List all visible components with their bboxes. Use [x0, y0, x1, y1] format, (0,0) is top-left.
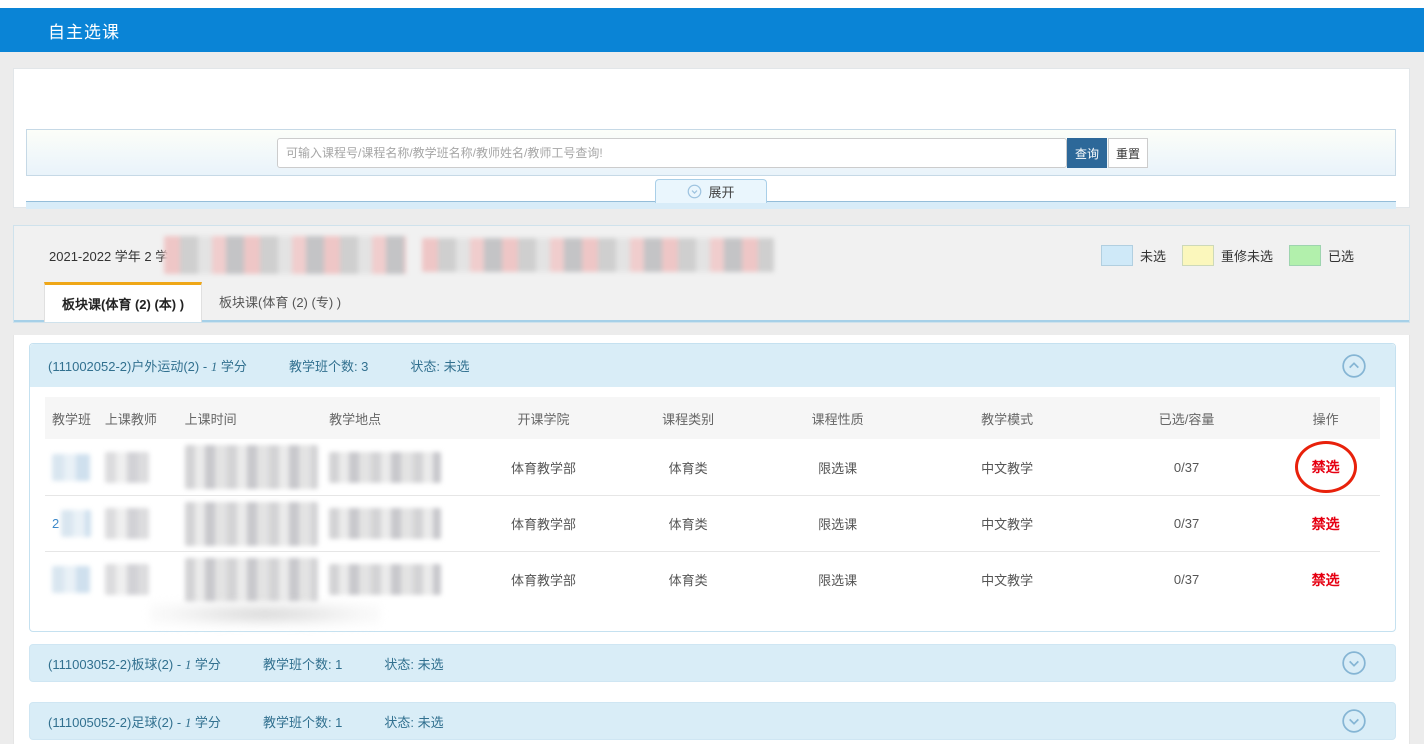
course-title: (111005052-2)足球(2) - 1 学分	[48, 712, 221, 731]
course-card-outdoor: (111002052-2)户外运动(2) - 1 学分 教学班个数: 3 状态:…	[29, 343, 1396, 632]
chevron-down-circle-icon[interactable]	[1341, 650, 1367, 676]
course-list-area: (111002052-2)户外运动(2) - 1 学分 教学班个数: 3 状态:…	[13, 335, 1410, 744]
term-label: 2021-2022 学年 2 学期	[49, 246, 181, 265]
cell-capacity: 0/37	[1102, 516, 1271, 531]
cell-mode: 中文教学	[912, 570, 1101, 589]
expand-row: 展开	[26, 176, 1396, 202]
table-row: 2 体育教学部 体育类 限选课 中文教学 0/37 禁选	[45, 495, 1380, 551]
cell-capacity: 0/37	[1102, 572, 1271, 587]
category-tabs: 板块课(体育 (2) (本) ) 板块课(体育 (2) (专) )	[14, 284, 1409, 322]
cell-nature: 限选课	[763, 458, 913, 477]
table-row: 体育教学部 体育类 限选课 中文教学 0/37 禁选	[45, 439, 1380, 495]
expand-label: 展开	[708, 182, 734, 201]
redacted-blur	[185, 502, 318, 546]
col-nature: 课程性质	[763, 409, 913, 428]
cell-nature: 限选课	[763, 514, 913, 533]
status-label: 状态: 未选	[410, 356, 469, 375]
col-category: 课程类别	[613, 409, 763, 428]
search-input[interactable]	[277, 138, 1067, 168]
redacted-blur	[164, 236, 406, 274]
course-panel-cricket[interactable]: (111003052-2)板球(2) - 1 学分 教学班个数: 1 状态: 未…	[29, 644, 1396, 682]
legend-label: 已选	[1328, 246, 1354, 265]
class-table: 教学班 上课教师 上课时间 教学地点 开课学院 课程类别 课程性质 教学模式 已…	[30, 387, 1395, 631]
cell-mode: 中文教学	[912, 514, 1101, 533]
cell-capacity: 0/37	[1102, 460, 1271, 475]
class-id-link[interactable]: 2	[52, 516, 59, 531]
redacted-blur	[185, 445, 318, 489]
redacted-blur	[52, 454, 90, 481]
cell-category: 体育类	[613, 458, 763, 477]
legend-swatch	[1101, 245, 1133, 266]
term-row: 2021-2022 学年 2 学期 未选 重修未选 已选	[14, 226, 1409, 284]
tab-sports-undergrad[interactable]: 板块课(体育 (2) (本) )	[44, 282, 202, 322]
cell-category: 体育类	[613, 570, 763, 589]
col-location: 教学地点	[329, 409, 474, 428]
cell-college: 体育教学部	[474, 514, 614, 533]
app-header: 自主选课	[0, 8, 1424, 52]
status-legend: 未选 重修未选 已选	[1101, 226, 1354, 284]
redacted-blur	[329, 508, 441, 539]
col-mode: 教学模式	[912, 409, 1101, 428]
legend-item-retake-unselected: 重修未选	[1182, 245, 1273, 266]
term-panel: 2021-2022 学年 2 学期 未选 重修未选 已选	[13, 225, 1410, 323]
course-title: (111003052-2)板球(2) - 1 学分	[48, 654, 221, 673]
col-college: 开课学院	[474, 409, 614, 428]
chevron-down-circle-icon	[687, 184, 702, 199]
class-count: 教学班个数: 1	[263, 654, 342, 673]
page: 自主选课 查询 重置 展开	[0, 0, 1424, 744]
col-capacity: 已选/容量	[1102, 409, 1271, 428]
status-label: 状态: 未选	[384, 654, 443, 673]
redacted-blur	[105, 564, 149, 595]
redacted-blur	[329, 564, 441, 595]
reset-button[interactable]: 重置	[1108, 138, 1148, 168]
class-count: 教学班个数: 1	[263, 712, 342, 731]
col-teacher: 上课教师	[105, 409, 185, 428]
col-class: 教学班	[45, 409, 105, 428]
tab-sports-college[interactable]: 板块课(体育 (2) (专) )	[202, 282, 358, 320]
legend-swatch	[1182, 245, 1214, 266]
redacted-blur	[105, 508, 149, 539]
course-panel-football[interactable]: (111005052-2)足球(2) - 1 学分 教学班个数: 1 状态: 未…	[29, 702, 1396, 740]
redacted-smudge	[45, 607, 1380, 631]
cell-category: 体育类	[613, 514, 763, 533]
legend-item-unselected: 未选	[1101, 245, 1166, 266]
status-label: 状态: 未选	[384, 712, 443, 731]
chevron-down-circle-icon[interactable]	[1341, 708, 1367, 734]
forbid-select-button[interactable]: 禁选	[1312, 572, 1340, 588]
redacted-blur	[105, 452, 149, 483]
legend-swatch	[1289, 245, 1321, 266]
redacted-blur	[61, 510, 91, 537]
page-title: 自主选课	[48, 18, 120, 43]
expand-toggle[interactable]: 展开	[655, 179, 767, 203]
table-row: 体育教学部 体育类 限选课 中文教学 0/37 禁选	[45, 551, 1380, 607]
legend-label: 重修未选	[1221, 246, 1273, 265]
cell-mode: 中文教学	[912, 458, 1101, 477]
legend-label: 未选	[1140, 246, 1166, 265]
cell-college: 体育教学部	[474, 458, 614, 477]
redacted-blur	[185, 558, 318, 602]
search-panel: 查询 重置 展开	[13, 68, 1410, 208]
course-panel-header[interactable]: (111002052-2)户外运动(2) - 1 学分 教学班个数: 3 状态:…	[30, 344, 1395, 387]
chevron-up-circle-icon[interactable]	[1341, 353, 1367, 379]
col-time: 上课时间	[185, 409, 330, 428]
table-header-row: 教学班 上课教师 上课时间 教学地点 开课学院 课程类别 课程性质 教学模式 已…	[45, 397, 1380, 439]
class-count: 教学班个数: 3	[289, 356, 368, 375]
search-box: 查询 重置	[26, 129, 1396, 176]
content-background: 查询 重置 展开 2021-2022 学年 2 学期	[0, 52, 1424, 744]
forbid-select-button[interactable]: 禁选	[1312, 459, 1340, 475]
course-title: (111002052-2)户外运动(2) - 1 学分	[48, 356, 247, 375]
cell-nature: 限选课	[763, 570, 913, 589]
redacted-blur	[329, 452, 441, 483]
legend-item-selected: 已选	[1289, 245, 1354, 266]
col-action: 操作	[1271, 409, 1380, 428]
forbid-select-button[interactable]: 禁选	[1312, 516, 1340, 532]
query-button[interactable]: 查询	[1067, 138, 1107, 168]
redacted-blur	[422, 238, 774, 272]
redacted-blur	[52, 566, 90, 593]
cell-college: 体育教学部	[474, 570, 614, 589]
